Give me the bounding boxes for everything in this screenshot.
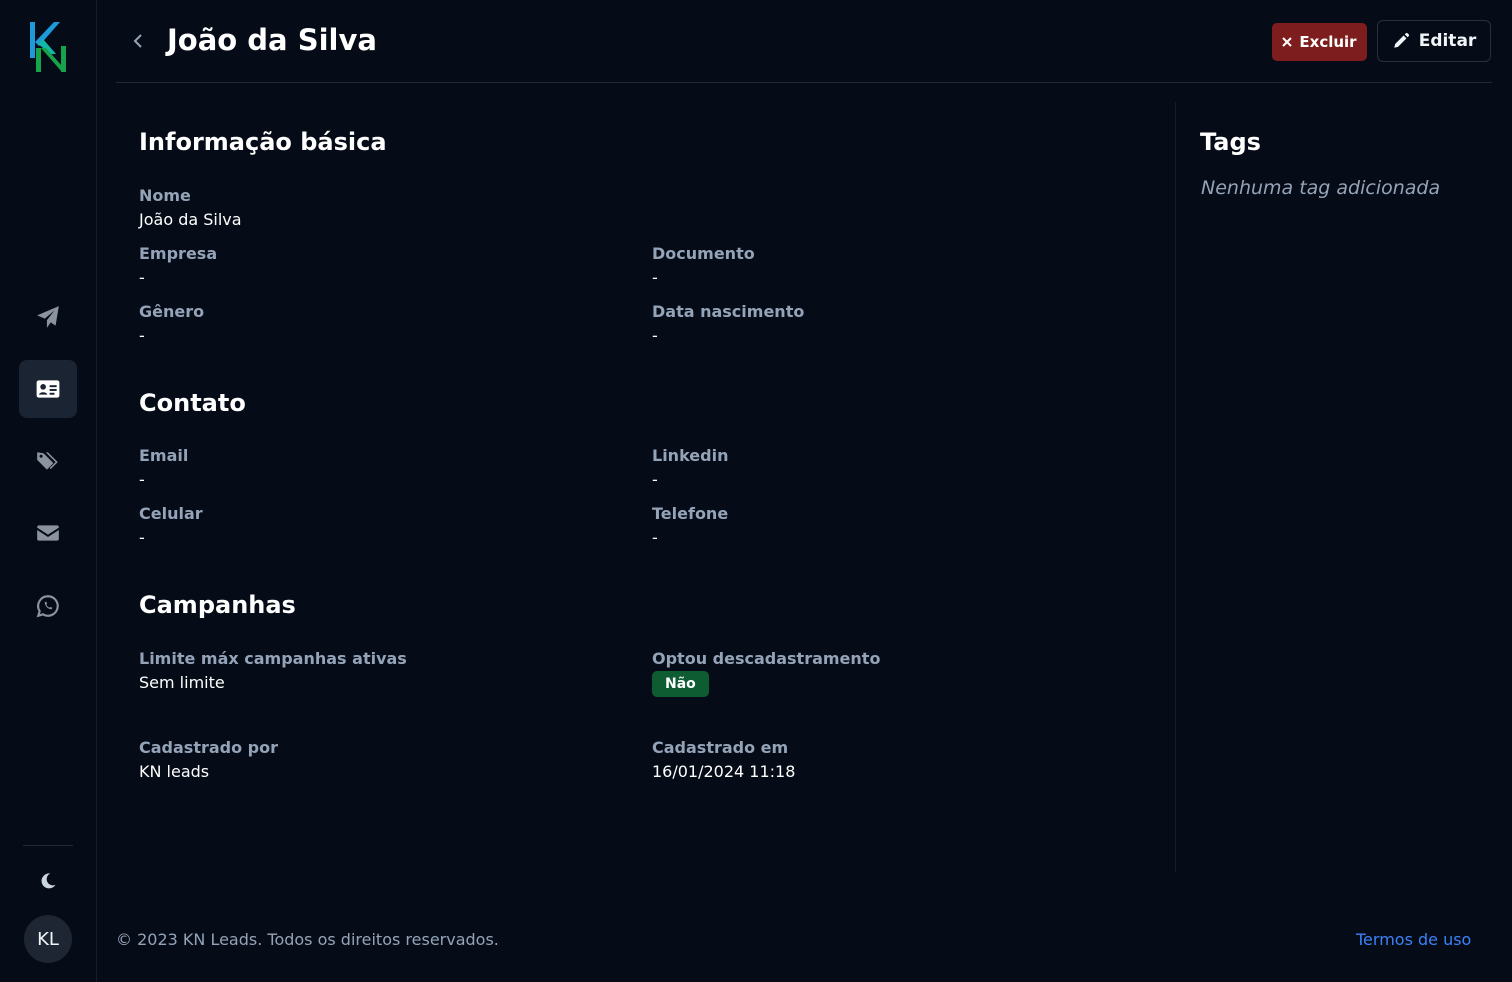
optout-status-badge: Não bbox=[652, 671, 709, 697]
genero-label: Gênero bbox=[139, 302, 205, 321]
telefone-label: Telefone bbox=[652, 504, 729, 523]
genero-value: - bbox=[139, 326, 145, 345]
address-card-icon bbox=[36, 380, 60, 398]
section-title-tags: Tags bbox=[1200, 128, 1261, 156]
email-label: Email bbox=[139, 446, 189, 465]
email-value: - bbox=[139, 470, 145, 489]
empresa-label: Empresa bbox=[139, 244, 218, 263]
celular-label: Celular bbox=[139, 504, 203, 523]
nome-value: João da Silva bbox=[139, 210, 242, 229]
envelope-icon bbox=[37, 525, 59, 541]
moon-icon bbox=[41, 873, 56, 889]
sidebar: KL bbox=[0, 0, 97, 982]
cadastrado-por-label: Cadastrado por bbox=[139, 738, 278, 757]
tags-empty-message: Nenhuma tag adicionada bbox=[1201, 177, 1441, 199]
page-title: João da Silva bbox=[167, 23, 377, 57]
tags-icon bbox=[37, 452, 58, 470]
panel-divider bbox=[1175, 102, 1176, 872]
kn-logo[interactable] bbox=[26, 20, 70, 74]
chevron-left-icon bbox=[133, 34, 142, 48]
section-title-basic: Informação básica bbox=[139, 128, 387, 156]
terms-link[interactable]: Termos de uso bbox=[1356, 930, 1471, 949]
section-title-contact: Contato bbox=[139, 389, 246, 417]
nav-email[interactable] bbox=[19, 504, 77, 562]
nav-campanhas[interactable] bbox=[19, 288, 77, 346]
avatar[interactable]: KL bbox=[24, 915, 72, 963]
back-button[interactable] bbox=[128, 28, 148, 54]
cadastrado-em-label: Cadastrado em bbox=[652, 738, 789, 757]
linkedin-label: Linkedin bbox=[652, 446, 729, 465]
delete-button[interactable]: Excluir bbox=[1272, 23, 1367, 61]
limite-value: Sem limite bbox=[139, 673, 225, 692]
optout-label: Optou descadastramento bbox=[652, 649, 881, 668]
pencil-icon bbox=[1393, 32, 1409, 48]
delete-button-label: Excluir bbox=[1299, 33, 1357, 51]
nascimento-value: - bbox=[652, 326, 658, 345]
telefone-value: - bbox=[652, 528, 658, 547]
footer-copyright: © 2023 KN Leads. Todos os direitos reser… bbox=[116, 930, 499, 949]
nav-whatsapp[interactable] bbox=[19, 577, 77, 635]
sidebar-divider bbox=[23, 845, 73, 846]
whatsapp-icon bbox=[36, 595, 59, 618]
cadastrado-por-value: KN leads bbox=[139, 762, 210, 781]
empresa-value: - bbox=[139, 268, 145, 287]
section-title-campaigns: Campanhas bbox=[139, 591, 296, 619]
edit-button[interactable]: Editar bbox=[1377, 20, 1491, 62]
nascimento-label: Data nascimento bbox=[652, 302, 805, 321]
theme-toggle[interactable] bbox=[33, 866, 63, 896]
nav-contatos[interactable] bbox=[19, 360, 77, 418]
limite-label: Limite máx campanhas ativas bbox=[139, 649, 407, 668]
linkedin-value: - bbox=[652, 470, 658, 489]
close-icon bbox=[1282, 37, 1293, 47]
nav-tags[interactable] bbox=[19, 432, 77, 490]
edit-button-label: Editar bbox=[1418, 31, 1477, 51]
nome-label: Nome bbox=[139, 186, 191, 205]
documento-label: Documento bbox=[652, 244, 755, 263]
paper-plane-icon bbox=[37, 306, 59, 328]
cadastrado-em-value: 16/01/2024 11:18 bbox=[652, 762, 796, 781]
documento-value: - bbox=[652, 268, 658, 287]
celular-value: - bbox=[139, 528, 145, 547]
